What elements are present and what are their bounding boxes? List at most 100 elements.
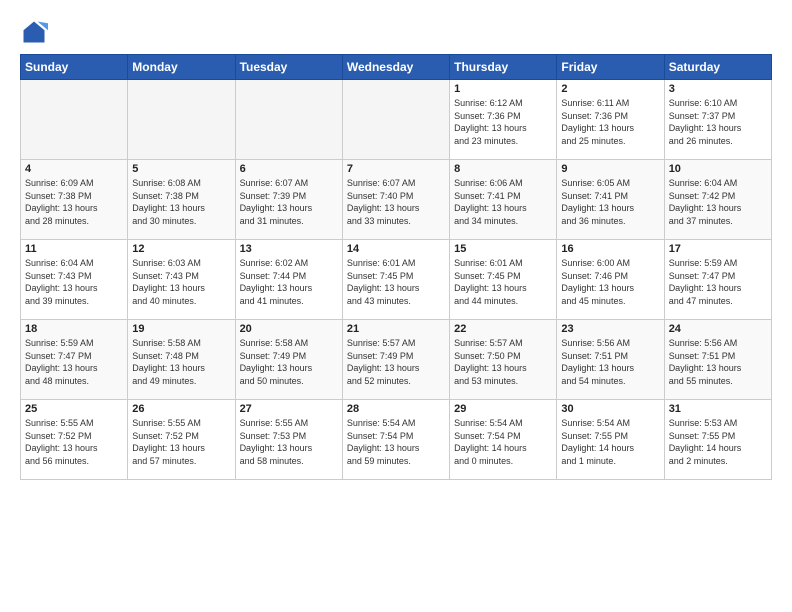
day-info: Sunrise: 5:58 AM Sunset: 7:49 PM Dayligh…	[240, 337, 338, 387]
calendar-cell: 2 Sunrise: 6:11 AM Sunset: 7:36 PM Daylig…	[557, 80, 664, 160]
calendar-cell: 13 Sunrise: 6:02 AM Sunset: 7:44 PM Dayli…	[235, 240, 342, 320]
calendar-cell: 29 Sunrise: 5:54 AM Sunset: 7:54 PM Dayli…	[450, 400, 557, 480]
day-info: Sunrise: 5:54 AM Sunset: 7:54 PM Dayligh…	[347, 417, 445, 467]
day-info: Sunrise: 6:06 AM Sunset: 7:41 PM Dayligh…	[454, 177, 552, 227]
calendar-header-row: SundayMondayTuesdayWednesdayThursdayFrid…	[21, 55, 772, 80]
day-number: 3	[669, 83, 767, 95]
day-info: Sunrise: 6:01 AM Sunset: 7:45 PM Dayligh…	[347, 257, 445, 307]
day-number: 14	[347, 243, 445, 255]
day-number: 1	[454, 83, 552, 95]
calendar-cell: 25 Sunrise: 5:55 AM Sunset: 7:52 PM Dayli…	[21, 400, 128, 480]
calendar-cell: 31 Sunrise: 5:53 AM Sunset: 7:55 PM Dayli…	[664, 400, 771, 480]
day-number: 18	[25, 323, 123, 335]
day-info: Sunrise: 5:53 AM Sunset: 7:55 PM Dayligh…	[669, 417, 767, 467]
day-info: Sunrise: 6:11 AM Sunset: 7:36 PM Dayligh…	[561, 97, 659, 147]
day-info: Sunrise: 5:55 AM Sunset: 7:52 PM Dayligh…	[25, 417, 123, 467]
calendar-week-row: 1 Sunrise: 6:12 AM Sunset: 7:36 PM Daylig…	[21, 80, 772, 160]
weekday-header: Wednesday	[342, 55, 449, 80]
day-info: Sunrise: 6:01 AM Sunset: 7:45 PM Dayligh…	[454, 257, 552, 307]
day-number: 11	[25, 243, 123, 255]
day-info: Sunrise: 6:05 AM Sunset: 7:41 PM Dayligh…	[561, 177, 659, 227]
page: SundayMondayTuesdayWednesdayThursdayFrid…	[0, 0, 792, 612]
day-info: Sunrise: 6:02 AM Sunset: 7:44 PM Dayligh…	[240, 257, 338, 307]
day-info: Sunrise: 6:09 AM Sunset: 7:38 PM Dayligh…	[25, 177, 123, 227]
day-number: 2	[561, 83, 659, 95]
day-info: Sunrise: 6:10 AM Sunset: 7:37 PM Dayligh…	[669, 97, 767, 147]
calendar-cell: 27 Sunrise: 5:55 AM Sunset: 7:53 PM Dayli…	[235, 400, 342, 480]
day-info: Sunrise: 6:12 AM Sunset: 7:36 PM Dayligh…	[454, 97, 552, 147]
calendar-cell: 21 Sunrise: 5:57 AM Sunset: 7:49 PM Dayli…	[342, 320, 449, 400]
weekday-header: Tuesday	[235, 55, 342, 80]
calendar-cell	[21, 80, 128, 160]
calendar-cell: 9 Sunrise: 6:05 AM Sunset: 7:41 PM Daylig…	[557, 160, 664, 240]
day-number: 24	[669, 323, 767, 335]
day-number: 10	[669, 163, 767, 175]
day-info: Sunrise: 5:56 AM Sunset: 7:51 PM Dayligh…	[561, 337, 659, 387]
calendar-cell	[342, 80, 449, 160]
day-info: Sunrise: 5:54 AM Sunset: 7:55 PM Dayligh…	[561, 417, 659, 467]
day-number: 30	[561, 403, 659, 415]
calendar-cell: 11 Sunrise: 6:04 AM Sunset: 7:43 PM Dayli…	[21, 240, 128, 320]
calendar-cell: 18Sunrise: 5:59 AM Sunset: 7:47 PM Dayli…	[21, 320, 128, 400]
day-number: 15	[454, 243, 552, 255]
day-number: 21	[347, 323, 445, 335]
day-number: 23	[561, 323, 659, 335]
day-info: Sunrise: 5:57 AM Sunset: 7:50 PM Dayligh…	[454, 337, 552, 387]
calendar-cell: 24Sunrise: 5:56 AM Sunset: 7:51 PM Dayli…	[664, 320, 771, 400]
day-info: Sunrise: 5:54 AM Sunset: 7:54 PM Dayligh…	[454, 417, 552, 467]
header	[20, 18, 772, 46]
day-number: 26	[132, 403, 230, 415]
day-number: 20	[240, 323, 338, 335]
day-info: Sunrise: 6:07 AM Sunset: 7:40 PM Dayligh…	[347, 177, 445, 227]
weekday-header: Thursday	[450, 55, 557, 80]
calendar-cell: 12Sunrise: 6:03 AM Sunset: 7:43 PM Dayli…	[128, 240, 235, 320]
day-number: 25	[25, 403, 123, 415]
day-info: Sunrise: 5:59 AM Sunset: 7:47 PM Dayligh…	[669, 257, 767, 307]
day-number: 31	[669, 403, 767, 415]
calendar-cell: 17 Sunrise: 5:59 AM Sunset: 7:47 PM Dayli…	[664, 240, 771, 320]
day-info: Sunrise: 6:07 AM Sunset: 7:39 PM Dayligh…	[240, 177, 338, 227]
calendar-cell: 30 Sunrise: 5:54 AM Sunset: 7:55 PM Dayli…	[557, 400, 664, 480]
calendar-cell	[128, 80, 235, 160]
day-number: 9	[561, 163, 659, 175]
day-number: 22	[454, 323, 552, 335]
day-number: 7	[347, 163, 445, 175]
calendar-cell: 1 Sunrise: 6:12 AM Sunset: 7:36 PM Daylig…	[450, 80, 557, 160]
day-number: 19	[132, 323, 230, 335]
calendar-week-row: 4Sunrise: 6:09 AM Sunset: 7:38 PM Daylig…	[21, 160, 772, 240]
day-info: Sunrise: 6:04 AM Sunset: 7:43 PM Dayligh…	[25, 257, 123, 307]
calendar-cell	[235, 80, 342, 160]
calendar-week-row: 18Sunrise: 5:59 AM Sunset: 7:47 PM Dayli…	[21, 320, 772, 400]
calendar-cell: 16Sunrise: 6:00 AM Sunset: 7:46 PM Dayli…	[557, 240, 664, 320]
weekday-header: Friday	[557, 55, 664, 80]
calendar-cell: 7 Sunrise: 6:07 AM Sunset: 7:40 PM Daylig…	[342, 160, 449, 240]
day-number: 16	[561, 243, 659, 255]
day-number: 17	[669, 243, 767, 255]
calendar-week-row: 25 Sunrise: 5:55 AM Sunset: 7:52 PM Dayli…	[21, 400, 772, 480]
day-number: 28	[347, 403, 445, 415]
day-number: 27	[240, 403, 338, 415]
calendar-table: SundayMondayTuesdayWednesdayThursdayFrid…	[20, 54, 772, 480]
calendar-cell: 3 Sunrise: 6:10 AM Sunset: 7:37 PM Daylig…	[664, 80, 771, 160]
calendar-cell: 5 Sunrise: 6:08 AM Sunset: 7:38 PM Daylig…	[128, 160, 235, 240]
calendar-cell: 28 Sunrise: 5:54 AM Sunset: 7:54 PM Dayli…	[342, 400, 449, 480]
calendar-cell: 8 Sunrise: 6:06 AM Sunset: 7:41 PM Daylig…	[450, 160, 557, 240]
day-info: Sunrise: 5:55 AM Sunset: 7:52 PM Dayligh…	[132, 417, 230, 467]
calendar-cell: 6Sunrise: 6:07 AM Sunset: 7:39 PM Daylig…	[235, 160, 342, 240]
day-number: 5	[132, 163, 230, 175]
calendar-cell: 19Sunrise: 5:58 AM Sunset: 7:48 PM Dayli…	[128, 320, 235, 400]
day-info: Sunrise: 5:55 AM Sunset: 7:53 PM Dayligh…	[240, 417, 338, 467]
weekday-header: Monday	[128, 55, 235, 80]
day-info: Sunrise: 5:57 AM Sunset: 7:49 PM Dayligh…	[347, 337, 445, 387]
calendar-cell: 10Sunrise: 6:04 AM Sunset: 7:42 PM Dayli…	[664, 160, 771, 240]
day-info: Sunrise: 6:08 AM Sunset: 7:38 PM Dayligh…	[132, 177, 230, 227]
calendar-cell: 22 Sunrise: 5:57 AM Sunset: 7:50 PM Dayli…	[450, 320, 557, 400]
day-number: 29	[454, 403, 552, 415]
calendar-cell: 26 Sunrise: 5:55 AM Sunset: 7:52 PM Dayli…	[128, 400, 235, 480]
day-number: 13	[240, 243, 338, 255]
day-number: 8	[454, 163, 552, 175]
day-info: Sunrise: 6:03 AM Sunset: 7:43 PM Dayligh…	[132, 257, 230, 307]
calendar-cell: 14 Sunrise: 6:01 AM Sunset: 7:45 PM Dayli…	[342, 240, 449, 320]
weekday-header: Sunday	[21, 55, 128, 80]
calendar-week-row: 11 Sunrise: 6:04 AM Sunset: 7:43 PM Dayli…	[21, 240, 772, 320]
